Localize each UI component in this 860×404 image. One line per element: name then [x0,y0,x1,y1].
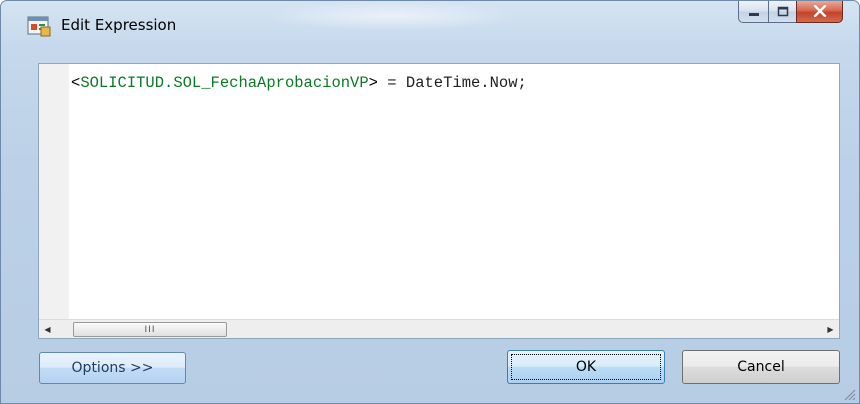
scroll-thumb-grip: III [144,324,156,335]
expression-editor-icon [27,15,51,37]
minimize-button[interactable] [738,1,768,23]
scroll-right-icon: ▶ [827,324,834,334]
code-token-close: > [368,74,378,92]
close-icon [813,2,827,21]
title-bar[interactable]: Edit Expression [1,1,859,45]
code-line[interactable]: <SOLICITUD.SOL_FechaAprobacionVP> = Date… [71,74,527,92]
code-token-rest: = DateTime.Now; [377,74,527,92]
title-gloss [261,1,521,31]
minimize-icon [748,2,760,21]
caption-buttons [738,1,843,23]
scroll-right-button[interactable]: ▶ [822,320,839,338]
resize-grip-icon[interactable] [842,386,856,401]
code-token-open: < [71,74,81,92]
expression-editor[interactable]: <SOLICITUD.SOL_FechaAprobacionVP> = Date… [38,63,840,339]
horizontal-scrollbar[interactable]: ◀ III ▶ [39,319,839,338]
edit-expression-dialog: Edit Expression <SOLICITUD.SOL_FechaApro… [0,0,860,404]
focus-ring [511,354,661,380]
line-gutter [39,64,69,321]
options-button[interactable]: Options >> [39,352,186,384]
window-title: Edit Expression [61,16,177,34]
code-token-field: SOLICITUD.SOL_FechaAprobacionVP [80,74,369,92]
maximize-icon [777,2,789,21]
scroll-thumb[interactable]: III [73,322,227,337]
ok-button[interactable]: OK [507,350,665,384]
scroll-left-icon: ◀ [44,324,51,334]
cancel-button[interactable]: Cancel [682,350,840,384]
close-button[interactable] [796,1,843,23]
maximize-button[interactable] [768,1,796,23]
scroll-left-button[interactable]: ◀ [39,320,56,338]
